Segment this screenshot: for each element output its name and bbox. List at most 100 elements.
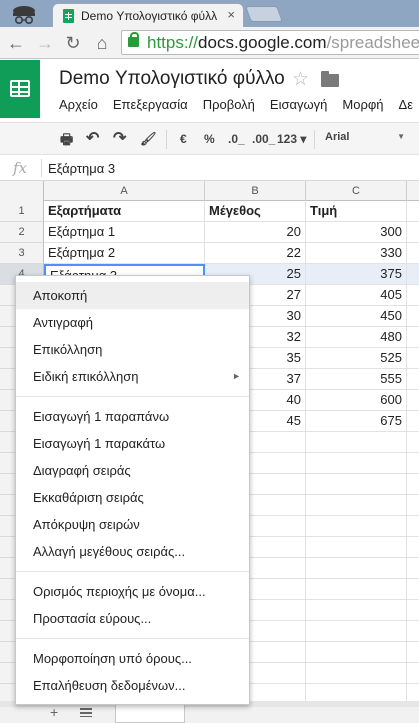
menu-item-protect-range[interactable]: Προστασία εύρους... xyxy=(16,605,249,632)
menu-data[interactable]: Δε xyxy=(399,97,413,112)
table-row[interactable]: 1 Εξαρτήματα Μέγεθος Τιμή xyxy=(0,201,419,222)
table-cell[interactable]: Μέγεθος xyxy=(205,201,306,222)
menu-item-conditional-formatting[interactable]: Μορφοποίηση υπό όρους... xyxy=(16,645,249,672)
table-cell[interactable] xyxy=(407,369,419,390)
close-tab-icon[interactable]: × xyxy=(227,8,235,22)
menu-item-resize-row[interactable]: Αλλαγή μεγέθους σειράς... xyxy=(16,538,249,565)
table-cell[interactable]: 675 xyxy=(306,411,407,432)
table-cell[interactable]: 405 xyxy=(306,285,407,306)
table-cell[interactable] xyxy=(306,600,407,621)
reload-icon[interactable]: ↻ xyxy=(63,33,83,53)
table-cell[interactable]: 450 xyxy=(306,306,407,327)
table-cell[interactable] xyxy=(407,537,419,558)
menu-insert[interactable]: Εισαγωγή xyxy=(270,97,327,112)
font-select[interactable]: Arial ▼ xyxy=(325,131,405,143)
row-header[interactable]: 1 xyxy=(0,201,44,222)
column-header-a[interactable]: A xyxy=(44,181,205,201)
menu-item-insert-above[interactable]: Εισαγωγή 1 παραπάνω xyxy=(16,403,249,430)
table-cell[interactable]: 300 xyxy=(306,222,407,243)
more-formats-button[interactable]: 123 ▾ xyxy=(277,131,306,147)
sheets-logo-icon[interactable] xyxy=(0,60,40,118)
table-cell[interactable] xyxy=(407,684,419,701)
table-cell[interactable] xyxy=(407,432,419,453)
currency-format-button[interactable]: € xyxy=(180,131,187,147)
table-cell[interactable] xyxy=(407,243,419,264)
table-cell[interactable] xyxy=(306,621,407,642)
table-cell[interactable]: 525 xyxy=(306,348,407,369)
select-all-corner[interactable] xyxy=(0,181,44,201)
table-cell[interactable] xyxy=(407,663,419,684)
table-cell[interactable] xyxy=(306,684,407,701)
table-cell[interactable]: 600 xyxy=(306,390,407,411)
table-cell[interactable] xyxy=(306,663,407,684)
table-row[interactable]: 3 Εξάρτημα 2 22 330 xyxy=(0,243,419,264)
table-cell[interactable] xyxy=(306,474,407,495)
menu-item-clear-row[interactable]: Εκκαθάριση σειράς xyxy=(16,484,249,511)
table-cell[interactable]: 22 xyxy=(205,243,306,264)
undo-icon[interactable]: ↶ xyxy=(86,131,99,147)
table-cell[interactable]: Τιμή xyxy=(306,201,407,222)
menu-format[interactable]: Μορφή xyxy=(342,97,383,112)
print-icon[interactable]: 🖶 xyxy=(60,131,73,147)
table-cell[interactable] xyxy=(306,642,407,663)
add-sheet-icon[interactable]: + xyxy=(50,704,58,720)
address-bar[interactable]: https://docs.google.com/spreadsheets xyxy=(121,30,419,55)
table-cell[interactable]: 480 xyxy=(306,327,407,348)
table-cell[interactable] xyxy=(306,495,407,516)
table-cell[interactable] xyxy=(306,579,407,600)
formula-input[interactable]: Εξάρτημα 3 xyxy=(48,161,115,176)
table-cell[interactable] xyxy=(306,516,407,537)
table-cell[interactable]: Εξάρτημα 2 xyxy=(44,243,205,264)
increase-decimals-button[interactable]: .00_ xyxy=(252,131,275,147)
table-cell[interactable] xyxy=(306,432,407,453)
home-icon[interactable]: ⌂ xyxy=(92,33,112,53)
menu-item-paste[interactable]: Επικόλληση xyxy=(16,336,249,363)
menu-view[interactable]: Προβολή xyxy=(203,97,255,112)
table-cell[interactable] xyxy=(407,621,419,642)
menu-item-hide-rows[interactable]: Απόκρυψη σειρών xyxy=(16,511,249,538)
table-cell[interactable]: Εξαρτήματα xyxy=(44,201,205,222)
table-cell[interactable] xyxy=(407,201,419,222)
new-tab-button[interactable] xyxy=(245,6,283,22)
table-cell[interactable] xyxy=(407,222,419,243)
decrease-decimals-button[interactable]: .0_ xyxy=(228,131,245,147)
browser-tab[interactable]: Demo Υπολογιστικό φύλλ × xyxy=(52,3,244,27)
forward-icon[interactable]: → xyxy=(35,33,55,53)
sheet-tab[interactable] xyxy=(115,704,185,723)
table-cell[interactable] xyxy=(407,285,419,306)
menu-item-paste-special[interactable]: Ειδική επικόλληση ► xyxy=(16,363,249,390)
table-cell[interactable] xyxy=(407,327,419,348)
table-cell[interactable] xyxy=(407,558,419,579)
table-cell[interactable] xyxy=(407,600,419,621)
menu-item-named-range[interactable]: Ορισμός περιοχής με όνομα... xyxy=(16,578,249,605)
all-sheets-icon[interactable] xyxy=(80,708,92,717)
paint-format-icon[interactable]: 🖌 xyxy=(140,131,157,147)
table-cell[interactable] xyxy=(407,306,419,327)
table-cell[interactable] xyxy=(306,537,407,558)
column-header-b[interactable]: B xyxy=(205,181,306,201)
menu-item-cut[interactable]: Αποκοπή xyxy=(16,282,249,309)
table-cell[interactable]: 375 xyxy=(306,264,407,285)
table-row[interactable]: 2 Εξάρτημα 1 20 300 xyxy=(0,222,419,243)
star-icon[interactable]: ☆ xyxy=(292,68,309,91)
document-title[interactable]: Demo Υπολογιστικό φύλλο xyxy=(59,68,285,90)
folder-icon[interactable] xyxy=(321,71,339,87)
column-header-c[interactable]: C xyxy=(306,181,407,201)
table-cell[interactable]: 20 xyxy=(205,222,306,243)
redo-icon[interactable]: ↷ xyxy=(113,131,126,147)
table-cell[interactable] xyxy=(407,516,419,537)
menu-item-copy[interactable]: Αντιγραφή xyxy=(16,309,249,336)
table-cell[interactable] xyxy=(306,558,407,579)
table-cell[interactable] xyxy=(407,495,419,516)
table-cell[interactable] xyxy=(407,453,419,474)
table-cell[interactable] xyxy=(407,579,419,600)
table-cell[interactable] xyxy=(407,390,419,411)
table-cell[interactable] xyxy=(407,474,419,495)
table-cell[interactable]: 330 xyxy=(306,243,407,264)
percent-format-button[interactable]: % xyxy=(204,131,215,147)
table-cell[interactable] xyxy=(306,453,407,474)
table-cell[interactable]: 555 xyxy=(306,369,407,390)
menu-item-delete-row[interactable]: Διαγραφή σειράς xyxy=(16,457,249,484)
table-cell[interactable] xyxy=(407,264,419,285)
table-cell[interactable] xyxy=(407,411,419,432)
